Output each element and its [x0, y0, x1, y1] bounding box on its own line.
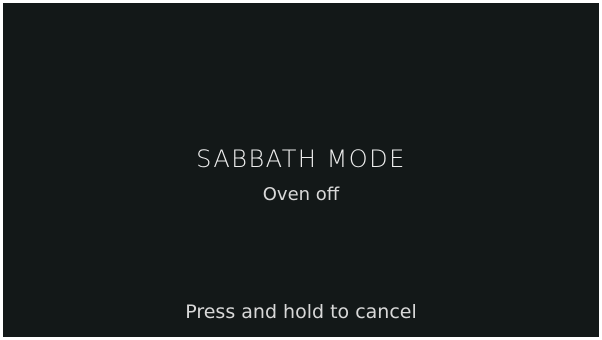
- oven-status: Oven off: [262, 184, 340, 205]
- mode-title: SABBATH MODE: [196, 145, 406, 173]
- sabbath-mode-screen[interactable]: SABBATH MODE Oven off Press and hold to …: [3, 3, 599, 337]
- cancel-hint[interactable]: Press and hold to cancel: [3, 301, 599, 323]
